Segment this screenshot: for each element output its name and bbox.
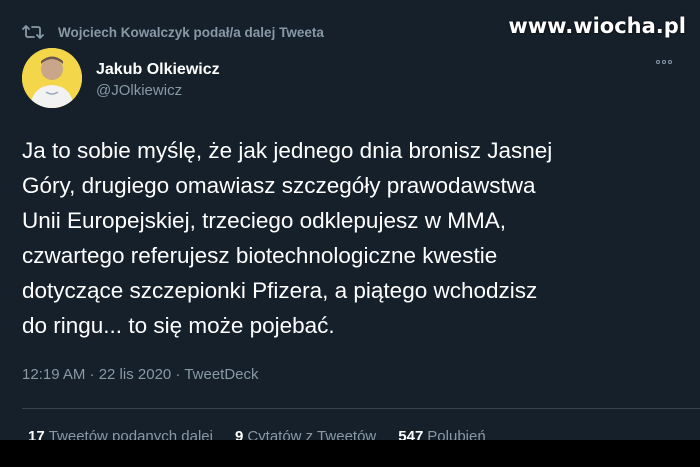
tweet-timestamp[interactable]: 12:19 AM · 22 lis 2020 · TweetDeck [22, 366, 259, 383]
more-options-icon[interactable] [656, 60, 672, 64]
retweet-header: Wojciech Kowalczyk podał/a dalej Tweeta [22, 24, 324, 40]
author-handle[interactable]: @JOlkiewicz [96, 80, 220, 102]
avatar[interactable] [22, 48, 82, 108]
divider [22, 408, 700, 409]
site-watermark: www.wiocha.pl [508, 14, 686, 38]
tweet-text: Ja to sobie myślę, że jak jednego dnia b… [22, 138, 553, 338]
author-display-name[interactable]: Jakub Olkiewicz [96, 60, 220, 80]
bottom-bar [0, 440, 700, 467]
tweet-author[interactable]: Jakub Olkiewicz @JOlkiewicz [22, 48, 220, 108]
retweet-text: Wojciech Kowalczyk podał/a dalej Tweeta [58, 24, 324, 40]
retweet-icon [22, 25, 44, 39]
